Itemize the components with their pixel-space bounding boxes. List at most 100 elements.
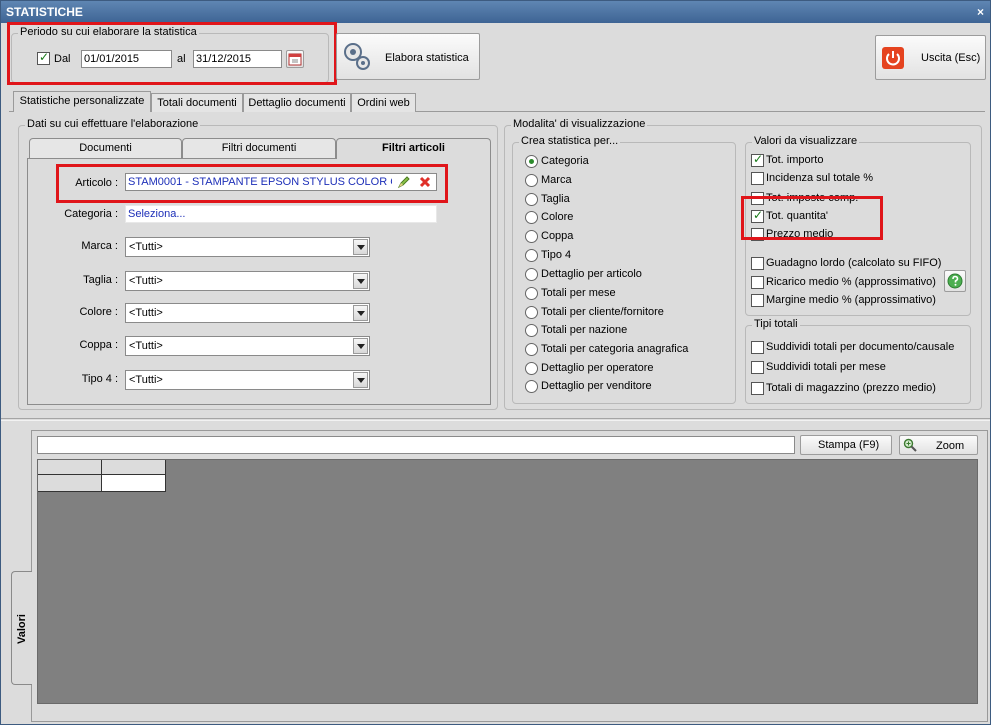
radio-label: Dettaglio per operatore — [541, 362, 654, 374]
data-legend: Dati su cui effettuare l'elaborazione — [25, 118, 201, 130]
zoom-label: Zoom — [936, 440, 965, 452]
tipi-checkbox-0[interactable] — [751, 341, 764, 354]
tipi-checkbox-2[interactable] — [751, 382, 764, 395]
grid-cell[interactable] — [102, 475, 166, 492]
tab-totali-documenti[interactable]: Totali documenti — [151, 93, 243, 112]
radio-11[interactable] — [525, 362, 538, 375]
valori-label: Margine medio % (approssimativo) — [766, 294, 936, 306]
radio-12[interactable] — [525, 380, 538, 393]
articolo-highlight — [56, 164, 448, 203]
categoria-field[interactable]: Seleziona... — [125, 205, 437, 223]
marca-label: Marca : — [81, 240, 118, 252]
tab-dettaglio-documenti[interactable]: Dettaglio documenti — [243, 93, 351, 112]
radio-label: Totali per cliente/fornitore — [541, 306, 664, 318]
radio-9[interactable] — [525, 324, 538, 337]
radio-label: Marca — [541, 174, 572, 186]
valori-legend: Valori da visualizzare — [752, 135, 860, 147]
quantita-highlight — [741, 196, 883, 240]
radio-6[interactable] — [525, 268, 538, 281]
coppa-label: Coppa : — [79, 339, 118, 351]
radio-label: Colore — [541, 211, 574, 223]
tipo4-dropdown[interactable]: <Tutti> — [125, 370, 370, 390]
coppa-value: <Tutti> — [129, 340, 163, 352]
taglia-dropdown[interactable]: <Tutti> — [125, 271, 370, 291]
radio-3[interactable] — [525, 211, 538, 224]
elabora-label: Elabora statistica — [385, 52, 469, 64]
subtab-filtri-articoli[interactable]: Filtri articoli — [336, 138, 491, 159]
crea-legend: Crea statistica per... — [519, 135, 621, 147]
power-icon — [882, 47, 904, 69]
tab-statistiche-personalizzate[interactable]: Statistiche personalizzate — [13, 91, 151, 112]
grid-header-cell — [38, 460, 102, 475]
gears-icon — [344, 43, 370, 70]
marca-dropdown[interactable]: <Tutti> — [125, 237, 370, 257]
radio-label: Taglia — [541, 193, 570, 205]
taglia-value: <Tutti> — [129, 275, 163, 287]
valori-label: Ricarico medio % (approssimativo) — [766, 276, 936, 288]
radio-2[interactable] — [525, 193, 538, 206]
grid-header-cell — [102, 460, 166, 475]
close-icon[interactable]: × — [977, 1, 984, 23]
tipi-checkbox-1[interactable] — [751, 361, 764, 374]
radio-5[interactable] — [525, 249, 538, 262]
tipo4-label: Tipo 4 : — [81, 373, 118, 385]
radio-label: Dettaglio per articolo — [541, 268, 642, 280]
grid-row-header — [38, 475, 102, 492]
stampa-button[interactable]: Stampa (F9) — [800, 435, 892, 455]
valori-label: Tot. importo — [766, 154, 824, 166]
title-bar: STATISTICHE — [1, 1, 990, 23]
radio-0[interactable] — [525, 155, 538, 168]
chevron-down-icon[interactable] — [353, 372, 368, 388]
valori-checkbox-1[interactable] — [751, 172, 764, 185]
colore-value: <Tutti> — [129, 307, 163, 319]
tipo4-value: <Tutti> — [129, 374, 163, 386]
valori-checkbox-7[interactable] — [751, 294, 764, 307]
radio-label: Totali per nazione — [541, 324, 628, 336]
tipi-legend: Tipi totali — [752, 318, 800, 330]
radio-7[interactable] — [525, 287, 538, 300]
section-divider — [1, 418, 990, 419]
valori-checkbox-0[interactable] — [751, 152, 764, 167]
tipi-label: Suddividi totali per documento/causale — [766, 341, 955, 353]
radio-8[interactable] — [525, 306, 538, 319]
taglia-label: Taglia : — [83, 274, 118, 286]
subtab-documenti[interactable]: Documenti — [29, 138, 182, 158]
zoom-button[interactable]: Zoom — [899, 435, 978, 455]
uscita-button[interactable]: Uscita (Esc) — [875, 35, 986, 80]
subtab-filtri-documenti[interactable]: Filtri documenti — [182, 138, 336, 158]
elabora-statistica-button[interactable]: Elabora statistica — [336, 33, 480, 80]
valori-side-tab[interactable]: Valori — [11, 571, 32, 685]
radio-1[interactable] — [525, 174, 538, 187]
chevron-down-icon[interactable] — [353, 239, 368, 255]
tipi-label: Suddividi totali per mese — [766, 361, 886, 373]
radio-10[interactable] — [525, 343, 538, 356]
categoria-label: Categoria : — [64, 208, 118, 220]
coppa-dropdown[interactable]: <Tutti> — [125, 336, 370, 356]
help-button[interactable] — [944, 270, 966, 292]
radio-label: Totali per categoria anagrafica — [541, 343, 689, 355]
colore-dropdown[interactable]: <Tutti> — [125, 303, 370, 323]
chevron-down-icon[interactable] — [353, 273, 368, 289]
uscita-label: Uscita (Esc) — [921, 52, 981, 64]
valori-label: Guadagno lordo (calcolato su FIFO) — [766, 257, 942, 269]
zoom-icon — [903, 438, 917, 452]
marca-value: <Tutti> — [129, 241, 163, 253]
valori-checkbox-5[interactable] — [751, 257, 764, 270]
display-mode-legend: Modalita' di visualizzazione — [511, 118, 648, 130]
valori-checkbox-6[interactable] — [751, 276, 764, 289]
statistics-window: STATISTICHE × Periodo su cui elaborare l… — [0, 0, 991, 725]
results-search-input[interactable] — [37, 436, 795, 454]
window-title: STATISTICHE — [6, 5, 83, 19]
radio-4[interactable] — [525, 230, 538, 243]
radio-label: Tipo 4 — [541, 249, 572, 261]
chevron-down-icon[interactable] — [353, 338, 368, 354]
results-grid[interactable] — [37, 459, 978, 704]
chevron-down-icon[interactable] — [353, 305, 368, 321]
tab-ordini-web[interactable]: Ordini web — [351, 93, 416, 112]
tipi-label: Totali di magazzino (prezzo medio) — [766, 382, 936, 394]
radio-label: Dettaglio per venditore — [541, 380, 652, 392]
radio-label: Categoria — [541, 155, 589, 167]
radio-label: Totali per mese — [541, 287, 616, 299]
valori-side-tab-label: Valori — [16, 614, 28, 644]
colore-label: Colore : — [79, 306, 118, 318]
